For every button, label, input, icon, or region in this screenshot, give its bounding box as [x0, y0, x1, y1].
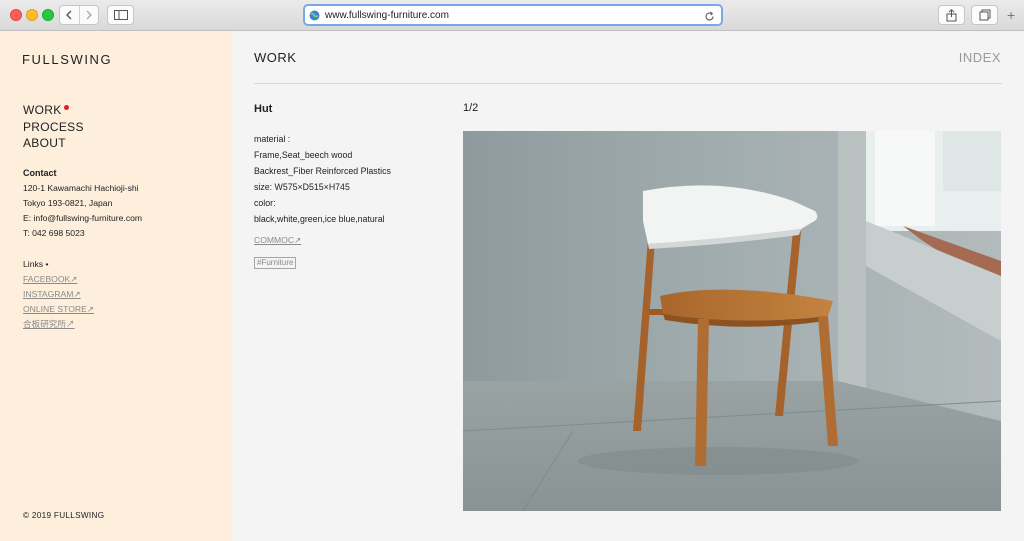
contact-block: Contact 120-1 Kawamachi Hachioji-shi Tok…	[23, 166, 142, 241]
forward-button[interactable]	[78, 6, 99, 24]
reload-icon[interactable]	[704, 9, 715, 27]
product-photo[interactable]	[463, 131, 1001, 511]
contact-address-line2: Tokyo 193-0821, Japan	[23, 198, 113, 208]
sidebar: FULLSWING WORK PROCESS ABOUT Contact 120…	[0, 31, 232, 541]
links-heading: Links •	[23, 259, 49, 269]
chair-photo-image	[463, 131, 1001, 511]
tabs-icon	[979, 9, 990, 21]
address-bar[interactable]	[303, 4, 723, 26]
nav-about[interactable]: ABOUT	[23, 135, 84, 152]
image-counter: 1/2	[463, 102, 479, 114]
link-online-store[interactable]: ONLINE STORE↗	[23, 302, 94, 317]
contact-heading: Contact	[23, 168, 57, 178]
globe-icon	[309, 10, 320, 21]
show-tabs-button[interactable]	[971, 5, 998, 25]
site-logo[interactable]: FULLSWING	[22, 52, 112, 67]
main-content: WORK INDEX Hut material : Frame,Seat_bee…	[232, 31, 1024, 541]
spec-line: black,white,green,ice blue,natural	[254, 214, 385, 224]
header-divider	[254, 83, 1002, 84]
main-nav: WORK PROCESS ABOUT	[23, 102, 84, 152]
spec-line: Frame,Seat_beech wood	[254, 150, 353, 160]
chevron-left-icon	[66, 10, 72, 20]
new-tab-button[interactable]: +	[1007, 7, 1015, 23]
zoom-window-button[interactable]	[42, 9, 54, 21]
contact-address-line1: 120-1 Kawamachi Hachioji-shi	[23, 183, 139, 193]
sidebar-toggle-button[interactable]	[107, 5, 134, 25]
spec-line: size: W575×D515×H745	[254, 182, 350, 192]
contact-email[interactable]: E: info@fullswing-furniture.com	[23, 211, 142, 226]
product-name: Hut	[254, 103, 273, 115]
minimize-window-button[interactable]	[26, 9, 38, 21]
link-plywood-lab[interactable]: 合板研究所↗	[23, 317, 94, 332]
spec-line: Backrest_Fiber Reinforced Plastics	[254, 166, 391, 176]
nav-work-label: WORK	[23, 103, 62, 117]
chevron-right-icon	[86, 10, 92, 20]
link-facebook[interactable]: FACEBOOK↗	[23, 272, 94, 287]
page-title: WORK	[254, 50, 297, 65]
commoc-link[interactable]: COMMOC↗	[254, 235, 301, 246]
plus-icon: +	[1007, 7, 1016, 23]
sidebar-icon	[113, 10, 128, 20]
back-button[interactable]	[60, 6, 79, 24]
close-window-button[interactable]	[10, 9, 22, 21]
product-specs: material : Frame,Seat_beech wood Backres…	[254, 131, 391, 227]
spec-line: color:	[254, 198, 276, 208]
web-page: FULLSWING WORK PROCESS ABOUT Contact 120…	[0, 31, 1024, 541]
url-input[interactable]	[325, 9, 695, 21]
contact-phone: T: 042 698 5023	[23, 228, 85, 238]
nav-process[interactable]: PROCESS	[23, 119, 84, 136]
active-indicator-dot	[63, 105, 69, 110]
share-button[interactable]	[938, 5, 965, 25]
copyright: © 2019 FULLSWING	[23, 511, 105, 520]
link-instagram[interactable]: INSTAGRAM↗	[23, 287, 94, 302]
index-link[interactable]: INDEX	[959, 50, 1001, 65]
spec-line: material :	[254, 134, 291, 144]
history-nav	[59, 5, 99, 25]
share-icon	[946, 8, 957, 21]
links-block: Links • FACEBOOK↗ INSTAGRAM↗ ONLINE STOR…	[23, 257, 94, 332]
nav-work[interactable]: WORK	[23, 102, 84, 119]
browser-toolbar: +	[0, 0, 1024, 31]
furniture-tag[interactable]: #Furniture	[254, 257, 297, 269]
